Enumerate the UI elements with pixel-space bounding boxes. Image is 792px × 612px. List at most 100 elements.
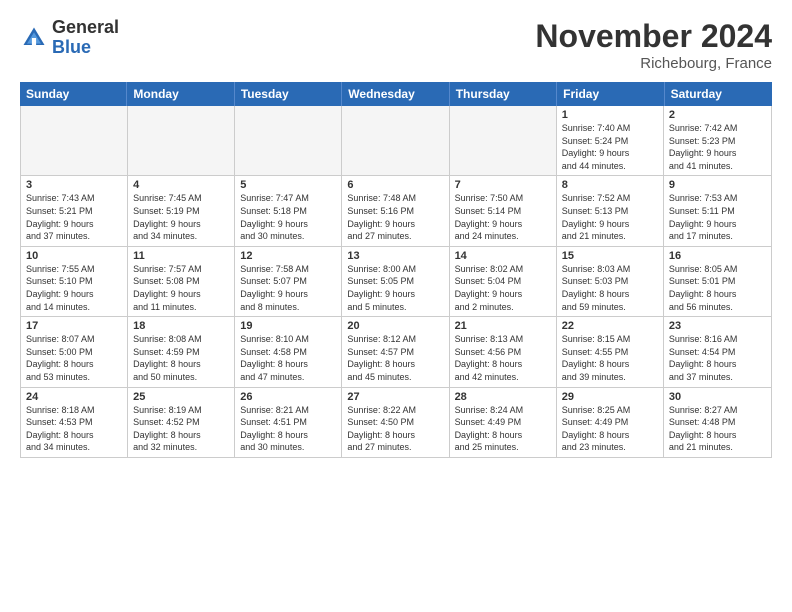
calendar: SundayMondayTuesdayWednesdayThursdayFrid… xyxy=(20,82,772,602)
day-cell: 15Sunrise: 8:03 AM Sunset: 5:03 PM Dayli… xyxy=(557,247,664,316)
day-cell: 9Sunrise: 7:53 AM Sunset: 5:11 PM Daylig… xyxy=(664,176,771,245)
day-cell xyxy=(128,106,235,175)
calendar-weeks: 1Sunrise: 7:40 AM Sunset: 5:24 PM Daylig… xyxy=(21,106,771,457)
day-number: 17 xyxy=(26,320,122,332)
day-number: 19 xyxy=(240,320,336,332)
calendar-body: 1Sunrise: 7:40 AM Sunset: 5:24 PM Daylig… xyxy=(20,106,772,458)
day-cell: 26Sunrise: 8:21 AM Sunset: 4:51 PM Dayli… xyxy=(235,388,342,457)
day-number: 18 xyxy=(133,320,229,332)
logo: General Blue xyxy=(20,18,119,58)
header-day-friday: Friday xyxy=(557,82,664,106)
day-number: 16 xyxy=(669,250,766,262)
day-info: Sunrise: 8:27 AM Sunset: 4:48 PM Dayligh… xyxy=(669,404,766,454)
day-number: 27 xyxy=(347,391,443,403)
day-cell: 18Sunrise: 8:08 AM Sunset: 4:59 PM Dayli… xyxy=(128,317,235,386)
day-number: 10 xyxy=(26,250,122,262)
week-row-0: 1Sunrise: 7:40 AM Sunset: 5:24 PM Daylig… xyxy=(21,106,771,176)
day-info: Sunrise: 7:50 AM Sunset: 5:14 PM Dayligh… xyxy=(455,192,551,242)
logo-general: General xyxy=(52,18,119,38)
day-info: Sunrise: 8:22 AM Sunset: 4:50 PM Dayligh… xyxy=(347,404,443,454)
day-cell: 27Sunrise: 8:22 AM Sunset: 4:50 PM Dayli… xyxy=(342,388,449,457)
header-day-saturday: Saturday xyxy=(665,82,772,106)
day-number: 6 xyxy=(347,179,443,191)
day-number: 20 xyxy=(347,320,443,332)
day-info: Sunrise: 7:57 AM Sunset: 5:08 PM Dayligh… xyxy=(133,263,229,313)
day-cell: 5Sunrise: 7:47 AM Sunset: 5:18 PM Daylig… xyxy=(235,176,342,245)
day-cell: 16Sunrise: 8:05 AM Sunset: 5:01 PM Dayli… xyxy=(664,247,771,316)
day-cell: 12Sunrise: 7:58 AM Sunset: 5:07 PM Dayli… xyxy=(235,247,342,316)
day-info: Sunrise: 8:13 AM Sunset: 4:56 PM Dayligh… xyxy=(455,333,551,383)
day-cell xyxy=(235,106,342,175)
day-number: 21 xyxy=(455,320,551,332)
day-cell: 4Sunrise: 7:45 AM Sunset: 5:19 PM Daylig… xyxy=(128,176,235,245)
day-number: 30 xyxy=(669,391,766,403)
day-info: Sunrise: 8:05 AM Sunset: 5:01 PM Dayligh… xyxy=(669,263,766,313)
day-info: Sunrise: 7:53 AM Sunset: 5:11 PM Dayligh… xyxy=(669,192,766,242)
day-info: Sunrise: 8:18 AM Sunset: 4:53 PM Dayligh… xyxy=(26,404,122,454)
day-info: Sunrise: 8:15 AM Sunset: 4:55 PM Dayligh… xyxy=(562,333,658,383)
day-cell: 23Sunrise: 8:16 AM Sunset: 4:54 PM Dayli… xyxy=(664,317,771,386)
day-info: Sunrise: 7:48 AM Sunset: 5:16 PM Dayligh… xyxy=(347,192,443,242)
day-info: Sunrise: 8:19 AM Sunset: 4:52 PM Dayligh… xyxy=(133,404,229,454)
day-cell: 20Sunrise: 8:12 AM Sunset: 4:57 PM Dayli… xyxy=(342,317,449,386)
day-cell: 17Sunrise: 8:07 AM Sunset: 5:00 PM Dayli… xyxy=(21,317,128,386)
day-info: Sunrise: 8:00 AM Sunset: 5:05 PM Dayligh… xyxy=(347,263,443,313)
day-info: Sunrise: 7:55 AM Sunset: 5:10 PM Dayligh… xyxy=(26,263,122,313)
day-number: 1 xyxy=(562,109,658,121)
day-info: Sunrise: 7:47 AM Sunset: 5:18 PM Dayligh… xyxy=(240,192,336,242)
location: Richebourg, France xyxy=(535,55,772,72)
day-cell: 29Sunrise: 8:25 AM Sunset: 4:49 PM Dayli… xyxy=(557,388,664,457)
day-number: 13 xyxy=(347,250,443,262)
day-number: 22 xyxy=(562,320,658,332)
header-day-sunday: Sunday xyxy=(20,82,127,106)
week-row-2: 10Sunrise: 7:55 AM Sunset: 5:10 PM Dayli… xyxy=(21,247,771,317)
day-info: Sunrise: 8:16 AM Sunset: 4:54 PM Dayligh… xyxy=(669,333,766,383)
day-number: 28 xyxy=(455,391,551,403)
day-info: Sunrise: 8:24 AM Sunset: 4:49 PM Dayligh… xyxy=(455,404,551,454)
day-info: Sunrise: 8:25 AM Sunset: 4:49 PM Dayligh… xyxy=(562,404,658,454)
day-number: 11 xyxy=(133,250,229,262)
day-cell: 7Sunrise: 7:50 AM Sunset: 5:14 PM Daylig… xyxy=(450,176,557,245)
day-number: 2 xyxy=(669,109,766,121)
title-block: November 2024 Richebourg, France xyxy=(535,18,772,72)
header: General Blue November 2024 Richebourg, F… xyxy=(20,18,772,72)
logo-icon xyxy=(20,24,48,52)
header-day-thursday: Thursday xyxy=(450,82,557,106)
day-cell: 14Sunrise: 8:02 AM Sunset: 5:04 PM Dayli… xyxy=(450,247,557,316)
header-day-wednesday: Wednesday xyxy=(342,82,449,106)
day-number: 8 xyxy=(562,179,658,191)
day-cell xyxy=(342,106,449,175)
day-cell: 25Sunrise: 8:19 AM Sunset: 4:52 PM Dayli… xyxy=(128,388,235,457)
day-number: 4 xyxy=(133,179,229,191)
day-info: Sunrise: 7:43 AM Sunset: 5:21 PM Dayligh… xyxy=(26,192,122,242)
day-cell xyxy=(450,106,557,175)
day-number: 15 xyxy=(562,250,658,262)
page: General Blue November 2024 Richebourg, F… xyxy=(0,0,792,612)
day-number: 24 xyxy=(26,391,122,403)
day-info: Sunrise: 8:02 AM Sunset: 5:04 PM Dayligh… xyxy=(455,263,551,313)
day-number: 7 xyxy=(455,179,551,191)
day-number: 12 xyxy=(240,250,336,262)
day-info: Sunrise: 8:03 AM Sunset: 5:03 PM Dayligh… xyxy=(562,263,658,313)
week-row-1: 3Sunrise: 7:43 AM Sunset: 5:21 PM Daylig… xyxy=(21,176,771,246)
day-number: 26 xyxy=(240,391,336,403)
day-cell: 8Sunrise: 7:52 AM Sunset: 5:13 PM Daylig… xyxy=(557,176,664,245)
day-number: 3 xyxy=(26,179,122,191)
day-info: Sunrise: 7:52 AM Sunset: 5:13 PM Dayligh… xyxy=(562,192,658,242)
day-cell: 3Sunrise: 7:43 AM Sunset: 5:21 PM Daylig… xyxy=(21,176,128,245)
calendar-header: SundayMondayTuesdayWednesdayThursdayFrid… xyxy=(20,82,772,106)
day-cell: 28Sunrise: 8:24 AM Sunset: 4:49 PM Dayli… xyxy=(450,388,557,457)
month-title: November 2024 xyxy=(535,18,772,55)
day-cell: 11Sunrise: 7:57 AM Sunset: 5:08 PM Dayli… xyxy=(128,247,235,316)
day-cell: 10Sunrise: 7:55 AM Sunset: 5:10 PM Dayli… xyxy=(21,247,128,316)
day-cell: 13Sunrise: 8:00 AM Sunset: 5:05 PM Dayli… xyxy=(342,247,449,316)
day-info: Sunrise: 7:45 AM Sunset: 5:19 PM Dayligh… xyxy=(133,192,229,242)
week-row-4: 24Sunrise: 8:18 AM Sunset: 4:53 PM Dayli… xyxy=(21,388,771,457)
day-number: 25 xyxy=(133,391,229,403)
logo-text: General Blue xyxy=(52,18,119,58)
day-number: 14 xyxy=(455,250,551,262)
logo-blue: Blue xyxy=(52,38,119,58)
day-cell: 22Sunrise: 8:15 AM Sunset: 4:55 PM Dayli… xyxy=(557,317,664,386)
day-cell: 2Sunrise: 7:42 AM Sunset: 5:23 PM Daylig… xyxy=(664,106,771,175)
day-cell: 1Sunrise: 7:40 AM Sunset: 5:24 PM Daylig… xyxy=(557,106,664,175)
